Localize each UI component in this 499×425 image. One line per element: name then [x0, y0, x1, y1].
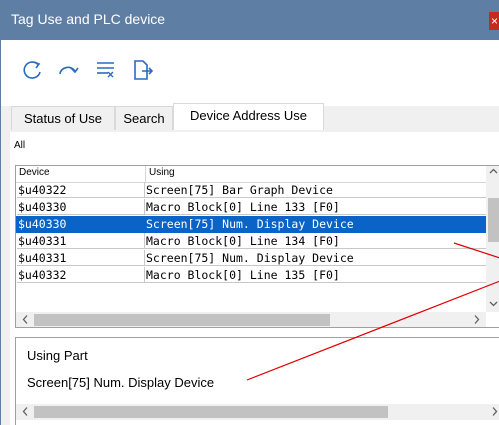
column-header-device[interactable]: Device	[19, 167, 50, 178]
using-part-horizontal-scrollbar[interactable]	[16, 404, 499, 420]
filter-list-icon[interactable]	[94, 58, 118, 82]
using-part-value: Screen[75] Num. Display Device	[27, 375, 215, 390]
scroll-left-icon[interactable]	[21, 406, 30, 420]
table-vertical-scrollbar[interactable]	[486, 166, 499, 312]
title-bar[interactable]: Tag Use and PLC device ×	[1, 0, 499, 40]
table-row[interactable]: $u40330 Macro Block[0] Line 133 [F0]	[16, 199, 486, 216]
vertical-scroll-thumb[interactable]	[488, 198, 499, 242]
using-cell: Screen[75] Num. Display Device	[145, 250, 486, 266]
toolbar	[1, 40, 499, 106]
tab-search[interactable]: Search	[115, 106, 173, 130]
tag-use-window: Tag Use and PLC device × Status of Use S…	[0, 0, 499, 425]
table-row[interactable]: $u40322 Screen[75] Bar Graph Device	[16, 182, 486, 199]
using-cell: Macro Block[0] Line 133 [F0]	[145, 199, 486, 215]
device-table: Device Using $u40322 Screen[75] Bar Grap…	[15, 165, 499, 328]
column-divider[interactable]	[145, 166, 146, 182]
using-cell: Screen[75] Num. Display Device	[145, 216, 486, 232]
table-row[interactable]: $u40332 Macro Block[0] Line 135 [F0]	[16, 267, 486, 284]
table-row[interactable]: $u40331 Screen[75] Num. Display Device	[16, 250, 486, 267]
horizontal-scroll-thumb[interactable]	[34, 406, 388, 418]
close-button[interactable]: ×	[489, 12, 499, 30]
refresh-icon[interactable]	[21, 58, 45, 82]
scroll-right-icon[interactable]	[472, 314, 481, 327]
using-cell: Macro Block[0] Line 134 [F0]	[145, 233, 486, 249]
table-row[interactable]: $u40331 Macro Block[0] Line 134 [F0]	[16, 233, 486, 250]
device-cell: $u40322	[17, 182, 145, 198]
tab-device-address-use[interactable]: Device Address Use	[173, 103, 324, 130]
table-header: Device Using	[16, 166, 499, 183]
window-title: Tag Use and PLC device	[11, 11, 166, 27]
filter-label[interactable]: All	[14, 140, 25, 151]
tab-content: All Device Using $u40322 Screen[75] Bar …	[10, 132, 499, 425]
table-horizontal-scrollbar[interactable]	[16, 312, 486, 327]
column-header-using[interactable]: Using	[149, 167, 175, 178]
table-row-selected[interactable]: $u40330 Screen[75] Num. Display Device	[16, 216, 486, 233]
using-part-label: Using Part	[27, 348, 88, 363]
scroll-left-icon[interactable]	[21, 314, 30, 327]
using-cell: Screen[75] Bar Graph Device	[145, 182, 486, 198]
scroll-down-icon[interactable]	[489, 299, 498, 311]
using-part-panel: Using Part Screen[75] Num. Display Devic…	[15, 337, 499, 425]
tab-strip: Status of Use Search Device Address Use	[1, 103, 499, 132]
scroll-right-icon[interactable]	[490, 406, 499, 420]
scroll-up-icon[interactable]	[489, 167, 498, 179]
horizontal-scroll-thumb[interactable]	[34, 314, 330, 326]
device-cell: $u40331	[17, 233, 145, 249]
device-cell: $u40332	[17, 267, 145, 283]
using-cell: Macro Block[0] Line 135 [F0]	[145, 267, 486, 283]
redo-icon[interactable]	[56, 58, 80, 82]
device-cell: $u40330	[17, 216, 145, 232]
tab-status-of-use[interactable]: Status of Use	[11, 106, 115, 130]
device-cell: $u40330	[17, 199, 145, 215]
export-icon[interactable]	[131, 58, 155, 82]
device-cell: $u40331	[17, 250, 145, 266]
